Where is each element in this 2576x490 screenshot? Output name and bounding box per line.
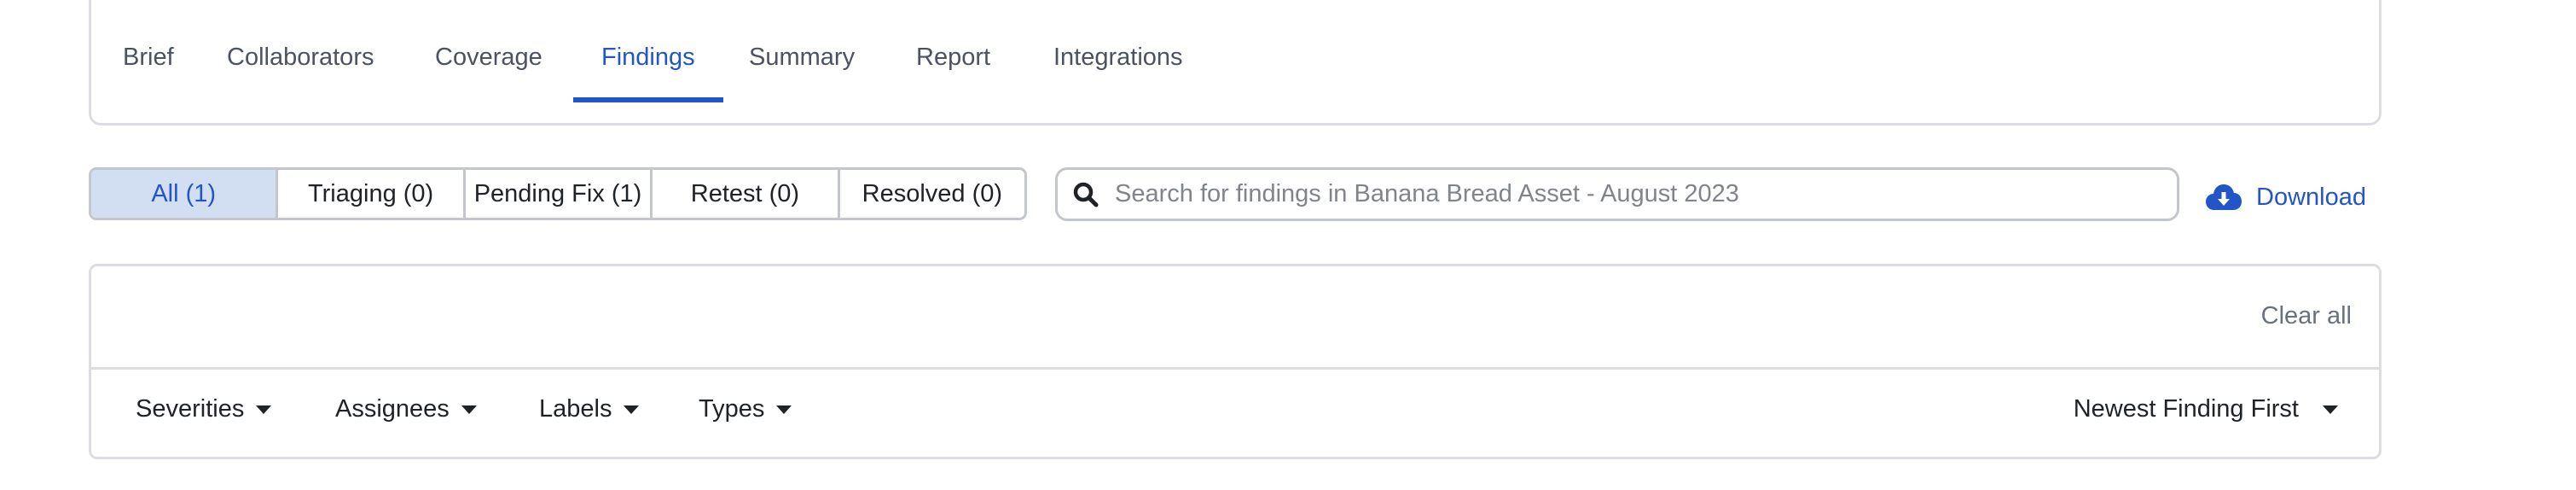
filter-card: Clear all Severities Assignees Labels Ty… xyxy=(89,264,2382,459)
status-filter-triaging[interactable]: Triaging (0) xyxy=(278,170,466,218)
caret-down-icon xyxy=(776,405,792,414)
assignees-label: Assignees xyxy=(335,395,450,423)
cloud-download-icon xyxy=(2206,184,2242,210)
status-filter-group: All (1) Triaging (0) Pending Fix (1) Ret… xyxy=(89,167,1027,220)
status-filter-retest[interactable]: Retest (0) xyxy=(653,170,840,218)
severities-dropdown[interactable]: Severities xyxy=(136,395,272,423)
types-label: Types xyxy=(699,395,765,423)
tab-summary[interactable]: Summary xyxy=(749,3,855,100)
tab-brief[interactable]: Brief xyxy=(123,3,174,100)
filter-dropdowns-row: Severities Assignees Labels Types Newest… xyxy=(91,370,2379,457)
caret-down-icon xyxy=(2323,405,2338,414)
search-icon xyxy=(1073,182,1099,207)
download-button[interactable]: Download xyxy=(2206,176,2366,219)
download-label: Download xyxy=(2256,183,2366,211)
caret-down-icon xyxy=(461,405,477,414)
search-input[interactable] xyxy=(1115,180,2177,208)
active-filters-row: Clear all xyxy=(91,266,2379,370)
tab-coverage[interactable]: Coverage xyxy=(435,3,542,100)
labels-dropdown[interactable]: Labels xyxy=(539,395,640,423)
tab-report[interactable]: Report xyxy=(916,3,990,100)
sort-dropdown[interactable]: Newest Finding First xyxy=(2074,395,2338,423)
caret-down-icon xyxy=(256,405,272,414)
tab-collaborators[interactable]: Collaborators xyxy=(227,3,374,100)
assignees-dropdown[interactable]: Assignees xyxy=(335,395,477,423)
status-filter-pending-fix[interactable]: Pending Fix (1) xyxy=(466,170,653,218)
status-filter-all[interactable]: All (1) xyxy=(91,170,279,218)
tab-findings[interactable]: Findings xyxy=(573,3,723,102)
caret-down-icon xyxy=(624,405,640,414)
labels-label: Labels xyxy=(539,395,612,423)
search-field[interactable] xyxy=(1055,167,2179,221)
clear-all-button[interactable]: Clear all xyxy=(2261,302,2352,330)
severities-label: Severities xyxy=(136,395,245,423)
tab-bar-card: Brief Collaborators Coverage Findings Su… xyxy=(89,0,2382,125)
sort-label: Newest Finding First xyxy=(2073,395,2299,423)
tab-integrations[interactable]: Integrations xyxy=(1053,3,1183,100)
status-filter-resolved[interactable]: Resolved (0) xyxy=(840,170,1024,218)
types-dropdown[interactable]: Types xyxy=(699,395,792,423)
